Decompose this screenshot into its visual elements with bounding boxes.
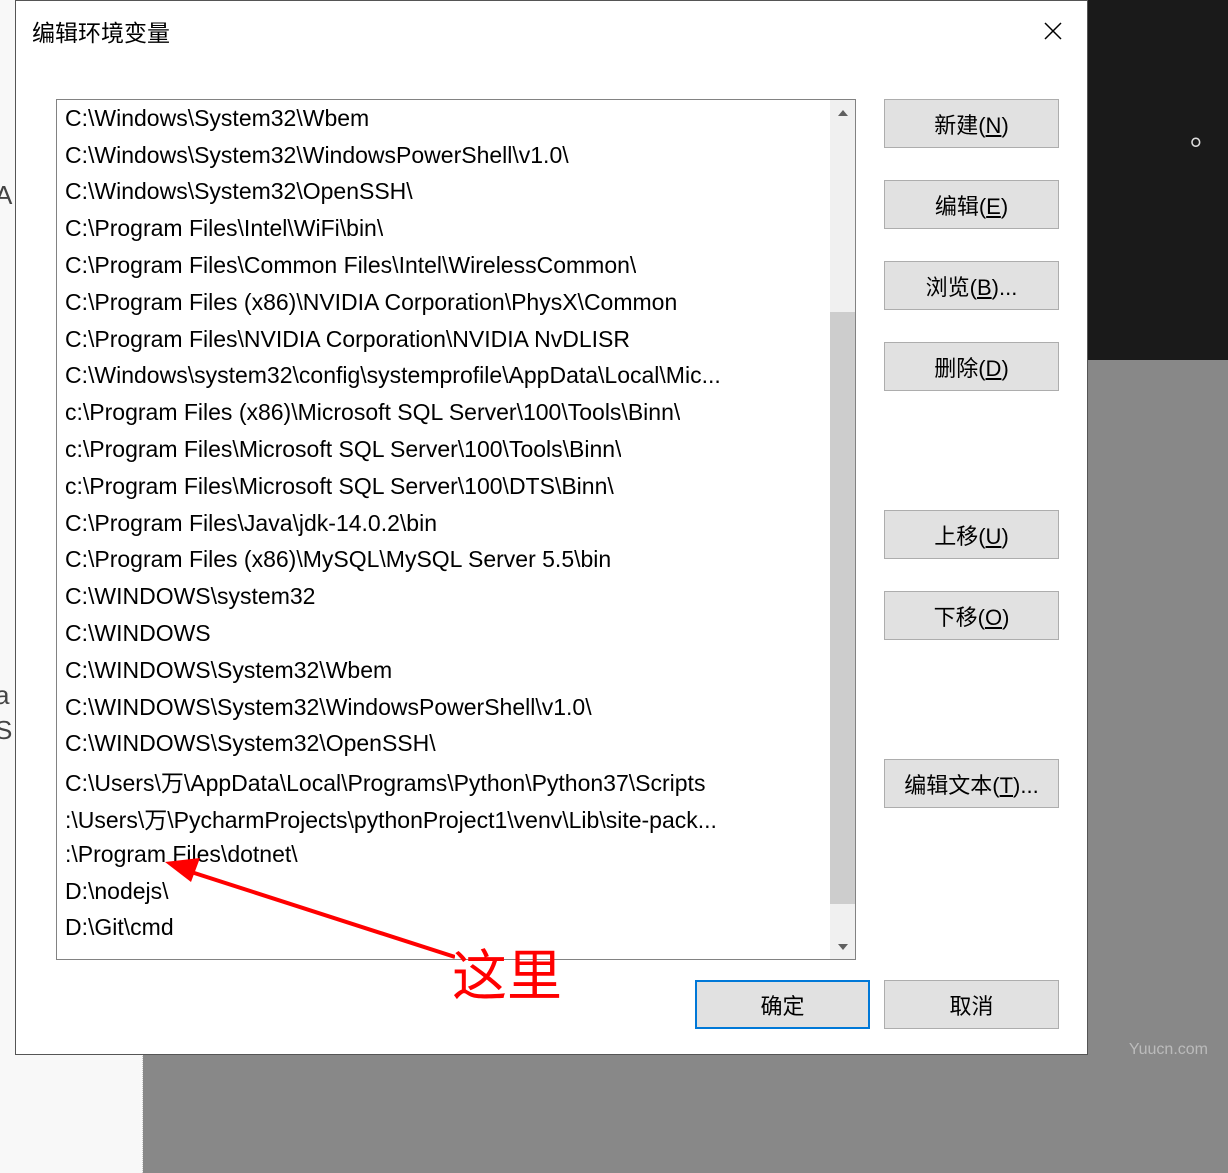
list-item[interactable]: C:\WINDOWS\System32\OpenSSH\ <box>57 726 830 763</box>
list-item-text: C:\WINDOWS\System32\Wbem <box>65 657 392 684</box>
list-item[interactable]: C:\Windows\System32\Wbem <box>57 100 830 137</box>
edit-env-dialog: 编辑环境变量 C:\Windows\System32\WbemC:\Window… <box>15 0 1088 1055</box>
list-item-text: C:\Program Files\NVIDIA Corporation\NVID… <box>65 326 630 353</box>
browse-button[interactable]: 浏览(B)... <box>884 261 1059 310</box>
list-item-text: C:\Program Files\Java\jdk-14.0.2\bin <box>65 510 437 537</box>
cancel-button[interactable]: 取消 <box>884 980 1059 1029</box>
list-item[interactable]: C:\WINDOWS\System32\Wbem <box>57 652 830 689</box>
list-item[interactable]: c:\Program Files\Microsoft SQL Server\10… <box>57 431 830 468</box>
list-item[interactable]: D:\nodejs\ <box>57 873 830 910</box>
list-item-text: C:\Program Files\Common Files\Intel\Wire… <box>65 252 636 279</box>
list-item[interactable]: c:\Program Files (x86)\Microsoft SQL Ser… <box>57 394 830 431</box>
list-item[interactable]: C:\Windows\System32\WindowsPowerShell\v1… <box>57 137 830 174</box>
delete-button[interactable]: 删除(D) <box>884 342 1059 391</box>
scrollbar[interactable] <box>830 100 855 959</box>
list-item-text: C:\Windows\system32\config\systemprofile… <box>65 362 721 389</box>
list-item-text: C:\Program Files\Intel\WiFi\bin\ <box>65 215 383 242</box>
list-item[interactable]: C:\Windows\system32\config\systemprofile… <box>57 358 830 395</box>
list-item[interactable]: C:\Windows\System32\OpenSSH\ <box>57 174 830 211</box>
watermark: Yuucn.com <box>1129 1041 1208 1059</box>
list-item-text: C:\Windows\System32\OpenSSH\ <box>65 178 413 205</box>
list-item[interactable]: C:\WINDOWS\System32\WindowsPowerShell\v1… <box>57 689 830 726</box>
list-item[interactable]: :\Users\万\PycharmProjects\pythonProject1… <box>57 799 830 836</box>
list-item-text: C:\Program Files (x86)\NVIDIA Corporatio… <box>65 289 677 316</box>
list-item-text: D:\Git\cmd <box>65 914 174 941</box>
list-item-text: :\Program Files\dotnet\ <box>65 841 298 868</box>
list-item[interactable]: C:\Program Files\Java\jdk-14.0.2\bin <box>57 505 830 542</box>
list-item[interactable]: D:\Git\cmd <box>57 910 830 947</box>
list-item[interactable]: C:\WINDOWS <box>57 615 830 652</box>
ok-button[interactable]: 确定 <box>695 980 870 1029</box>
list-item[interactable]: :\Program Files\dotnet\ <box>57 836 830 873</box>
list-item-text: C:\Users\万\AppData\Local\Programs\Python… <box>65 764 705 798</box>
close-button[interactable] <box>1019 1 1087 61</box>
dialog-title: 编辑环境变量 <box>32 14 170 48</box>
list-item-text: C:\WINDOWS <box>65 620 211 647</box>
list-item[interactable]: C:\Program Files\Intel\WiFi\bin\ <box>57 210 830 247</box>
path-list[interactable]: C:\Windows\System32\Wbem C:\Windows\Syste… <box>56 99 856 960</box>
close-icon <box>1043 21 1063 41</box>
annotation-label: 这里 <box>452 931 562 1011</box>
list-item-text: C:\WINDOWS\System32\WindowsPowerShell\v1… <box>65 694 592 721</box>
new-button[interactable]: 新建(N) <box>884 99 1059 148</box>
list-item-text: D:\nodejs\ <box>65 878 169 905</box>
list-item-text: c:\Program Files\Microsoft SQL Server\10… <box>65 473 614 500</box>
list-item[interactable]: C:\Users\万\AppData\Local\Programs\Python… <box>57 762 830 799</box>
list-item[interactable]: C:\Program Files (x86)\MySQL\MySQL Serve… <box>57 542 830 579</box>
list-item-text: C:\WINDOWS\System32\OpenSSH\ <box>65 730 436 757</box>
scroll-thumb[interactable] <box>830 312 855 904</box>
list-item[interactable]: c:\Program Files\Microsoft SQL Server\10… <box>57 468 830 505</box>
list-item[interactable]: C:\WINDOWS\system32 <box>57 578 830 615</box>
list-item[interactable]: C:\Program Files\NVIDIA Corporation\NVID… <box>57 321 830 358</box>
list-item-text: C:\Program Files (x86)\MySQL\MySQL Serve… <box>65 546 611 573</box>
list-item-text: c:\Program Files (x86)\Microsoft SQL Ser… <box>65 399 680 426</box>
list-item-text: :\Users\万\PycharmProjects\pythonProject1… <box>65 801 717 835</box>
button-column: 新建(N) 编辑(E) 浏览(B)... 删除(D) 上移(U) 下移(O) 编… <box>884 99 1059 960</box>
list-item-text: C:\WINDOWS\system32 <box>65 583 315 610</box>
list-item-text: C:\Windows\System32\Wbem <box>65 105 369 132</box>
list-item[interactable]: C:\Program Files (x86)\NVIDIA Corporatio… <box>57 284 830 321</box>
edittext-button[interactable]: 编辑文本(T)... <box>884 759 1059 808</box>
titlebar: 编辑环境变量 <box>16 1 1087 61</box>
scroll-down-arrow[interactable] <box>830 934 855 959</box>
list-item-text: c:\Program Files\Microsoft SQL Server\10… <box>65 436 621 463</box>
list-item[interactable]: C:\Program Files\Common Files\Intel\Wire… <box>57 247 830 284</box>
edit-button[interactable]: 编辑(E) <box>884 180 1059 229</box>
movedown-button[interactable]: 下移(O) <box>884 591 1059 640</box>
list-item-text: C:\Windows\System32\WindowsPowerShell\v1… <box>65 142 569 169</box>
moveup-button[interactable]: 上移(U) <box>884 510 1059 559</box>
scroll-up-arrow[interactable] <box>830 100 855 125</box>
